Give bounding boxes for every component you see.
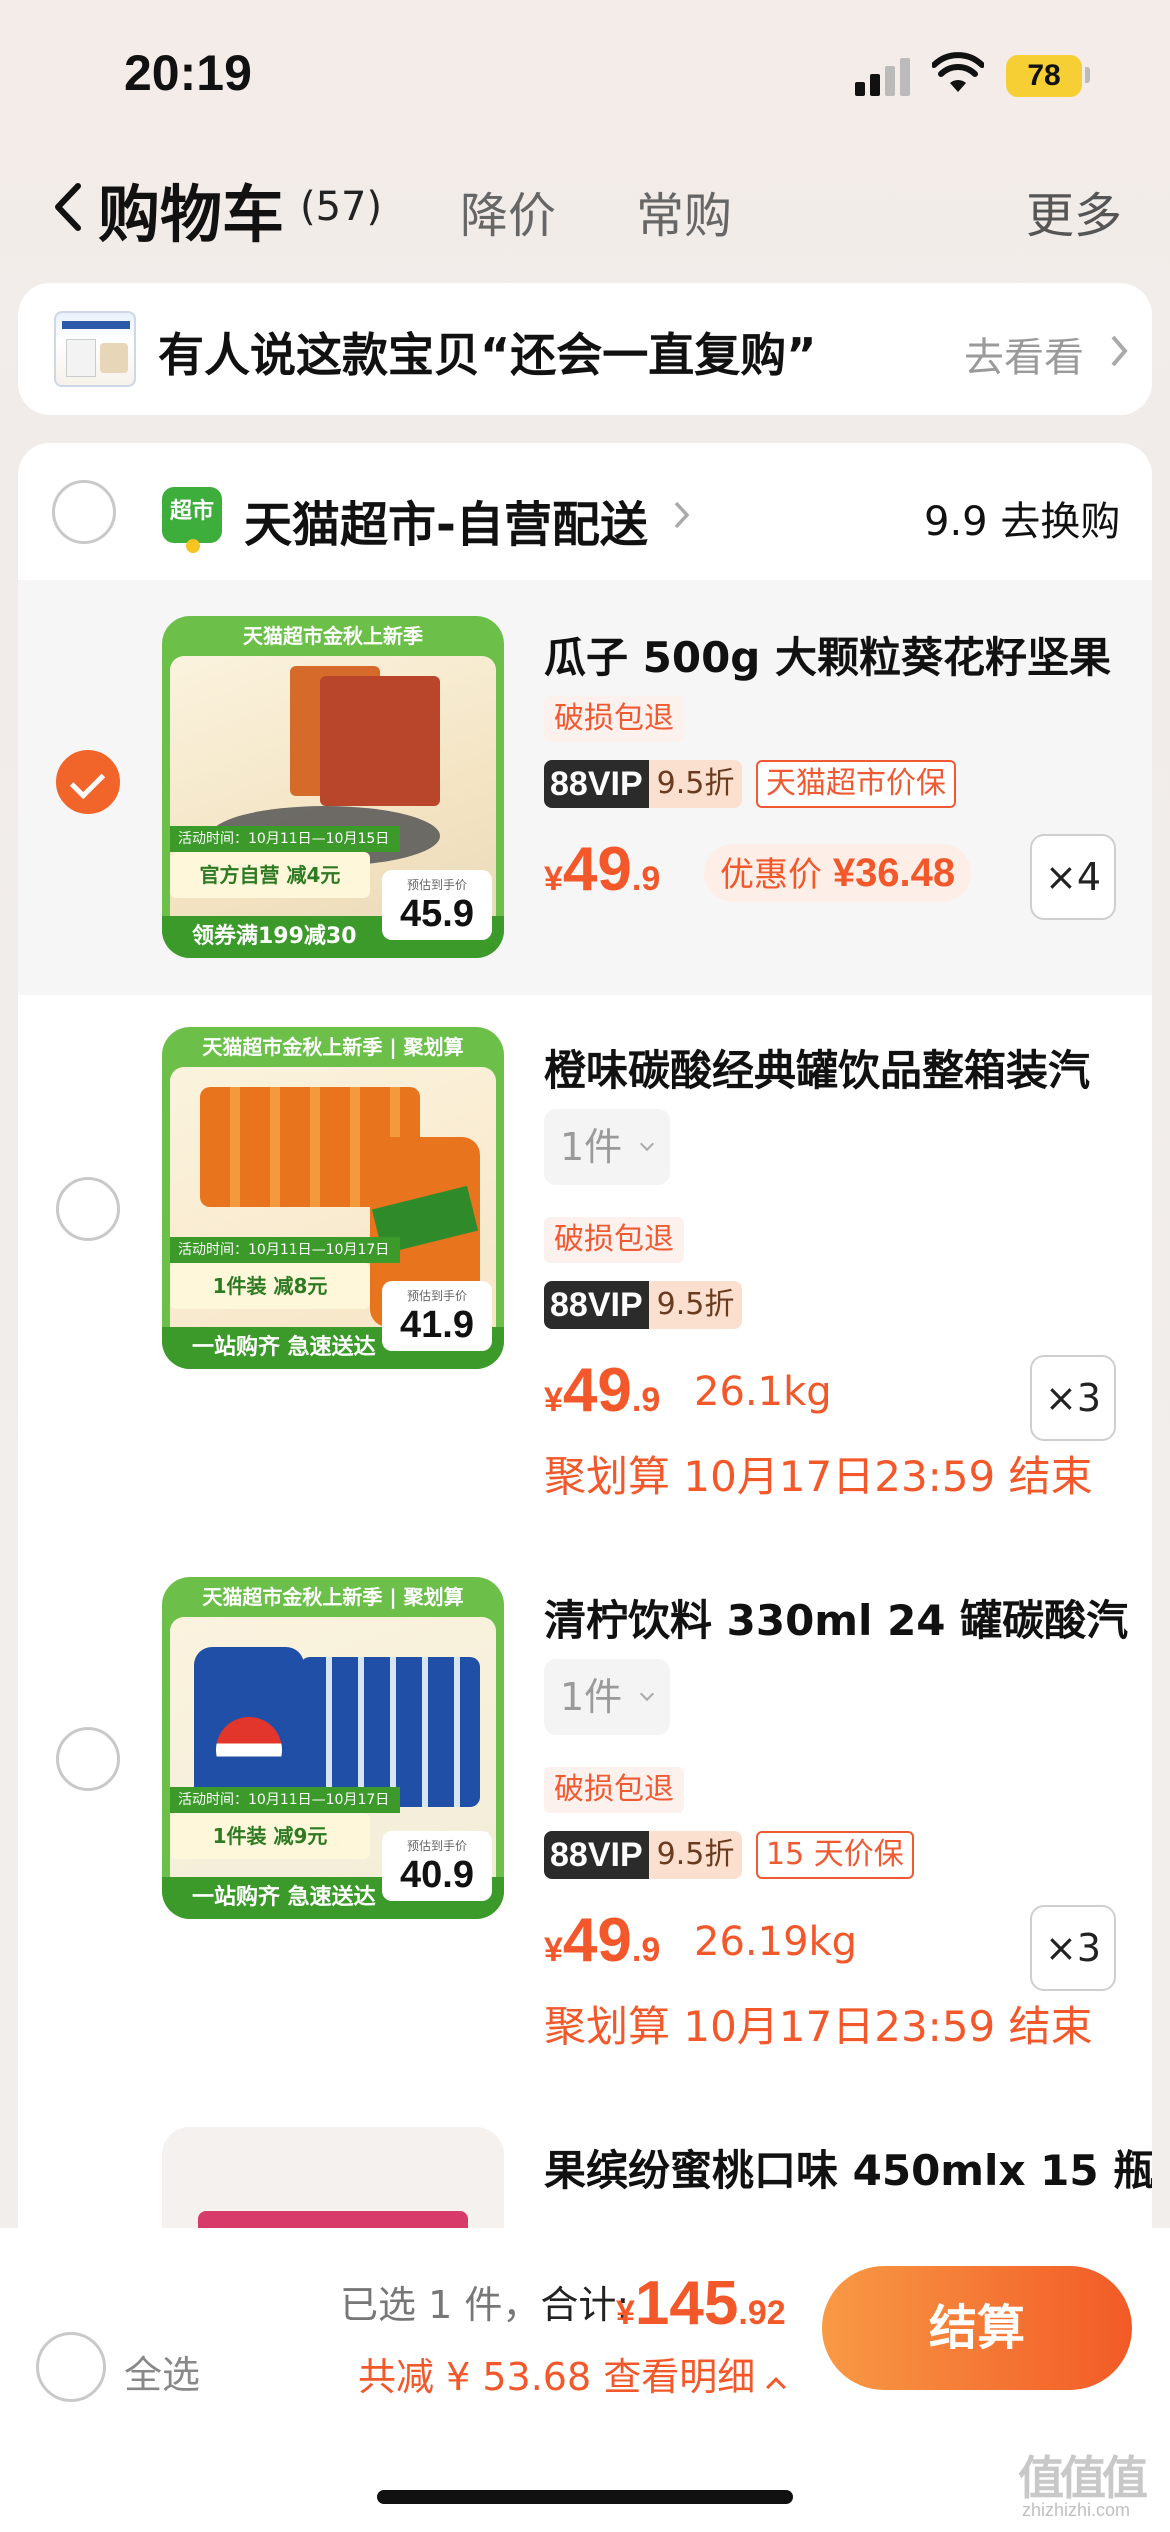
chevron-right-icon (1111, 335, 1128, 367)
art-date: 活动时间：10月11日—10月17日 (170, 1787, 400, 1813)
price-guarantee-tag: 天猫超市价保 (756, 760, 956, 808)
product-image-peach-juice[interactable] (162, 2127, 504, 2243)
vip-badge: 88VIP 9.5折 (544, 1281, 743, 1329)
wifi-icon (932, 52, 984, 92)
quantity-button[interactable]: ×3 (1030, 1355, 1116, 1441)
status-time: 20:19 (124, 45, 252, 101)
vip-badge: 88VIP 9.5折 (544, 760, 743, 808)
vip-label: 88VIP (544, 760, 649, 808)
item-select-radio[interactable] (56, 1177, 120, 1241)
juhuasuan-deadline: 聚划算 10月17日23:59 结束 (544, 2002, 1093, 2051)
art-promo: 1件装 减9元 (170, 1813, 370, 1859)
exchange-promo-link[interactable]: 9.9 去换购 (924, 489, 1120, 547)
product-image-lemon-soda[interactable]: 天猫超市金秋上新季 | 聚划算 活动时间：10月11日—10月17日 1件装 减… (162, 1577, 504, 1919)
tab-price-drop[interactable]: 降价 (460, 176, 556, 246)
return-policy-tag: 破损包退 (544, 1767, 684, 1813)
seed-bag-graphic (320, 676, 440, 806)
vip-label: 88VIP (544, 1281, 649, 1329)
chevron-right-icon (674, 501, 690, 529)
cans-graphic (300, 1657, 480, 1807)
cart-item: 天猫超市金秋上新季 | 聚划算 活动时间：10月11日—10月17日 1件装 减… (18, 1545, 1152, 2095)
item-title[interactable]: 果缤纷蜜桃口味 450mlx 15 瓶 (544, 2137, 1152, 2198)
item-title[interactable]: 橙味碳酸经典罐饮品整箱装汽 (544, 1037, 1090, 1098)
art-est-label: 预估到手价 (406, 878, 467, 892)
chevron-up-icon (766, 2377, 787, 2397)
tab-frequent[interactable]: 常购 (636, 176, 732, 246)
page-title: 购物车 (98, 178, 285, 251)
total-price: ¥145.92 (616, 2269, 786, 2338)
item-price: ¥49.9 (544, 835, 661, 904)
item-price: ¥49.9 (544, 1906, 661, 1975)
select-all-label[interactable]: 全选 (124, 2344, 200, 2399)
cart-item: 天猫超市金秋上新季 活动时间：10月11日—10月15日 官方自营 减4元 领券… (18, 580, 1152, 995)
battery-icon: 78 (1006, 55, 1082, 97)
nav-header: 购物车 (57) 降价 常购 更多 (0, 150, 1170, 260)
art-estimated-price: 预估到手价 45.9 (382, 870, 492, 940)
banner-link[interactable]: 去看看 (964, 325, 1084, 383)
item-select-radio[interactable] (56, 1727, 120, 1791)
art-top-label: 天猫超市金秋上新季 | 聚划算 (202, 1035, 464, 1059)
store-name[interactable]: 天猫超市-自营配送 (244, 485, 648, 555)
checkout-bar: 全选 已选 1 件，合计: ¥145.92 共减 ¥ 53.68 查看明细 结算 (0, 2228, 1170, 2532)
art-estimated-price: 预估到手价 40.9 (382, 1831, 492, 1901)
store-header: 超市 天猫超市-自营配送 9.9 去换购 (18, 443, 1152, 580)
art-est-price: 40.9 (400, 1854, 474, 1896)
banner-text: 有人说这款宝贝“还会一直复购” (158, 328, 817, 382)
more-button[interactable]: 更多 (1026, 176, 1122, 246)
price-guarantee-tag: 15 天价保 (756, 1831, 914, 1879)
cart-panel: 超市 天猫超市-自营配送 9.9 去换购 天猫超市金秋上新季 活动时间：10月1… (18, 443, 1152, 2243)
item-weight: 26.19kg (694, 1919, 858, 1965)
cart-item: 果缤纷蜜桃口味 450mlx 15 瓶 (18, 2095, 1152, 2243)
art-est-label: 预估到手价 (406, 1839, 467, 1853)
checkout-button[interactable]: 结算 (822, 2266, 1132, 2390)
vip-discount: 9.5折 (648, 1831, 743, 1879)
item-title[interactable]: 瓜子 500g 大颗粒葵花籽坚果 (544, 624, 1111, 685)
item-select-radio[interactable] (56, 750, 120, 814)
tmall-supermarket-logo: 超市 (162, 487, 222, 553)
repurchase-banner[interactable]: 有人说这款宝贝“还会一直复购” 去看看 (18, 283, 1152, 415)
item-price: ¥49.9 (544, 1356, 661, 1425)
art-est-price: 45.9 (400, 893, 474, 935)
status-bar: 20:19 78 (0, 0, 1170, 150)
watermark-url: zhizhizhi.com (1022, 2500, 1131, 2520)
quantity-button[interactable]: ×3 (1030, 1905, 1116, 1991)
selection-summary: 已选 1 件，合计: (340, 2283, 630, 2327)
vip-discount: 9.5折 (648, 760, 743, 808)
banner-thumbnail (54, 311, 136, 387)
art-date: 活动时间：10月11日—10月17日 (170, 1237, 400, 1263)
vip-badge: 88VIP 9.5折 (544, 1831, 743, 1879)
cart-count: (57) (300, 184, 383, 230)
art-promo: 1件装 减8元 (170, 1263, 370, 1309)
return-policy-tag: 破损包退 (544, 1217, 684, 1263)
sku-selector[interactable]: 1件 (544, 1659, 670, 1735)
item-weight: 26.1kg (694, 1369, 832, 1415)
product-image-sunflower-seeds[interactable]: 天猫超市金秋上新季 活动时间：10月11日—10月15日 官方自营 减4元 领券… (162, 616, 504, 958)
watermark-logo: 值值值 (1018, 2451, 1148, 2505)
art-date: 活动时间：10月11日—10月15日 (170, 826, 400, 852)
vip-discount: 9.5折 (648, 1281, 743, 1329)
back-arrow-icon[interactable] (48, 180, 88, 234)
promo-price: 优惠价 ¥36.48 (704, 844, 972, 902)
store-select-radio[interactable] (52, 480, 116, 544)
art-promo: 官方自营 减4元 (170, 852, 370, 898)
cellular-signal-icon (855, 58, 913, 96)
home-indicator[interactable] (377, 2490, 793, 2504)
pepsi-logo-graphic (216, 1717, 282, 1783)
savings-detail-link[interactable]: 共减 ¥ 53.68 查看明细 (358, 2346, 787, 2401)
art-top-label: 天猫超市金秋上新季 | 聚划算 (202, 1585, 464, 1609)
art-top-label: 天猫超市金秋上新季 (243, 624, 423, 648)
product-image-orange-soda[interactable]: 天猫超市金秋上新季 | 聚划算 活动时间：10月11日—10月17日 1件装 减… (162, 1027, 504, 1369)
art-est-label: 预估到手价 (406, 1289, 467, 1303)
quantity-button[interactable]: ×4 (1030, 834, 1116, 920)
select-all-radio[interactable] (36, 2332, 106, 2402)
art-estimated-price: 预估到手价 41.9 (382, 1281, 492, 1351)
sku-selector[interactable]: 1件 (544, 1109, 670, 1185)
item-title[interactable]: 清柠饮料 330ml 24 罐碳酸汽 (544, 1587, 1128, 1648)
vip-label: 88VIP (544, 1831, 649, 1879)
battery-tip (1085, 67, 1090, 83)
return-policy-tag: 破损包退 (544, 696, 684, 742)
art-est-price: 41.9 (400, 1304, 474, 1346)
cart-item: 天猫超市金秋上新季 | 聚划算 活动时间：10月11日—10月17日 1件装 减… (18, 995, 1152, 1545)
juhuasuan-deadline: 聚划算 10月17日23:59 结束 (544, 1452, 1093, 1501)
